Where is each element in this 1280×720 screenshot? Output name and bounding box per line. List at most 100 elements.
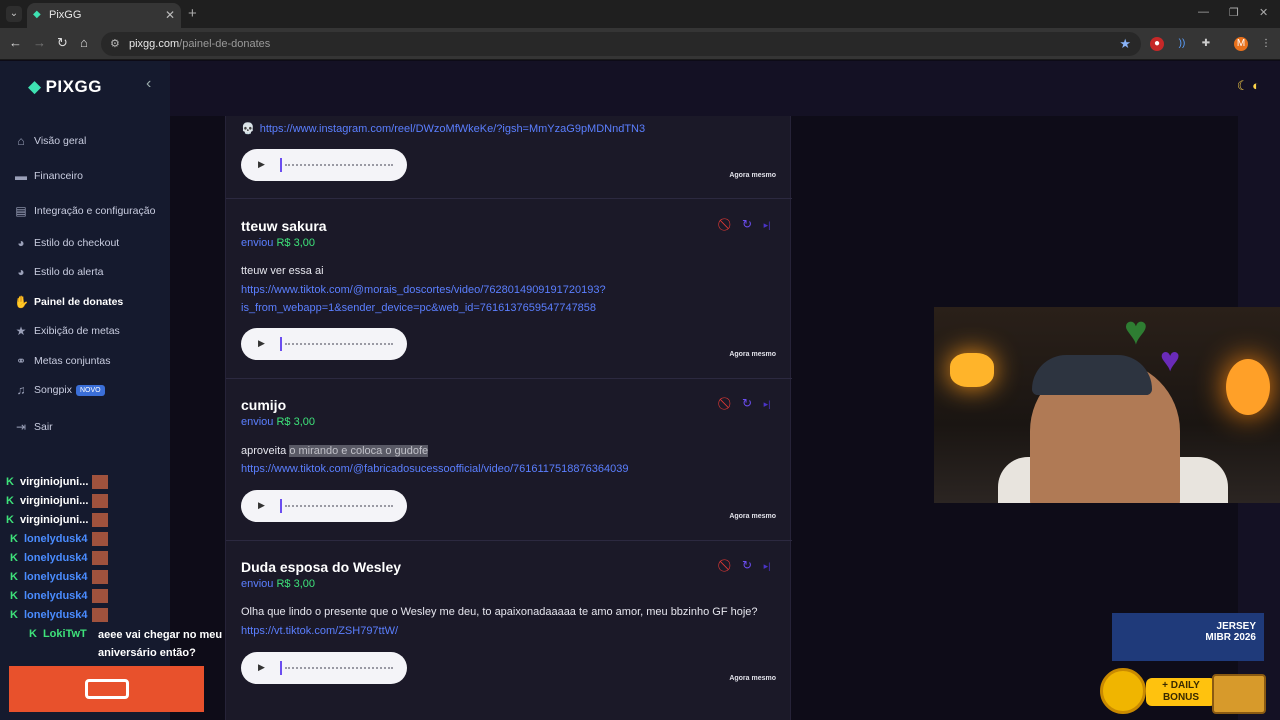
daily-bonus-widget[interactable]: + DAILY BONUS (1100, 668, 1268, 716)
forward-icon[interactable]: → (33, 35, 46, 50)
kick-badge-icon: K (10, 570, 18, 583)
audio-player[interactable]: ▶ (241, 490, 407, 522)
donation-card: cumijo enviou R$ 3,00 ⃠ ↻ ▸| aproveita o m… (226, 379, 792, 541)
donation-time: Agora mesmo (729, 351, 776, 358)
emote-icon (91, 532, 108, 546)
lamp-image (950, 353, 994, 387)
donation-link[interactable]: https://www.tiktok.com/@morais_doscortes… (241, 284, 606, 296)
sidebar-item-financeiro[interactable]: ▬ Financeiro (14, 169, 83, 187)
kick-badge-icon: K (10, 532, 18, 545)
browser-menu-icon[interactable]: ⋮ (1259, 37, 1273, 51)
address-bar[interactable]: ⚙ pixgg.com/painel-de-donates ★ (101, 32, 1141, 56)
sponsor-ad[interactable]: JERSEY MIBR 2026 (1112, 613, 1264, 661)
block-icon[interactable]: ⃠ (720, 396, 734, 411)
chat-message: Klonelydusk4 (10, 589, 108, 603)
play-icon[interactable]: ▶ (258, 662, 265, 673)
playhead[interactable] (280, 337, 282, 351)
kick-badge-icon: K (10, 589, 18, 602)
skip-icon[interactable]: ▸| (760, 561, 774, 572)
extension-icon[interactable]: ● (1150, 37, 1164, 51)
restore-icon[interactable]: ❐ (1229, 6, 1239, 19)
tab-search-icon[interactable]: ⌄ (6, 6, 22, 22)
donor-name: Duda esposa do Wesley (241, 559, 402, 575)
bookmark-star-icon[interactable]: ★ (1119, 36, 1131, 52)
donation-card: tteuw sakura enviou R$ 3,00 ⃠ ↻ ▸| tteuw v… (226, 199, 792, 379)
sidebar-item-sair[interactable]: ⇥ Sair (14, 420, 53, 438)
chat-message: Klonelydusk4 (10, 608, 108, 622)
donation-actions: ⃠ ↻ ▸| (714, 217, 774, 232)
block-icon[interactable]: ⃠ (720, 217, 734, 232)
browser-toolbar: ← → ↻ ⌂ ⚙ pixgg.com/painel-de-donates ★ … (0, 28, 1280, 60)
extension-signal-icon[interactable]: )) (1175, 37, 1189, 51)
replay-icon[interactable]: ↻ (740, 558, 754, 572)
replay-icon[interactable]: ↻ (740, 396, 754, 410)
donation-link-cont[interactable]: is_from_webapp=1&sender_device=pc&web_id… (241, 302, 596, 314)
waveform (285, 164, 393, 166)
profile-avatar[interactable]: M (1234, 37, 1248, 51)
sidebar-item-integracao[interactable]: ▤ Integração e configuração (14, 204, 155, 222)
extensions-puzzle-icon[interactable]: ✚ (1199, 37, 1213, 51)
donations-feed: 💀 https://www.instagram.com/reel/DWzoMfWk… (225, 116, 792, 720)
sidebar-item-painel-donates[interactable]: ✋ Painel de donates (14, 295, 123, 313)
donation-message: aproveita o mirando e coloca o gudofe (241, 445, 429, 457)
playhead[interactable] (280, 158, 282, 172)
replay-icon[interactable]: ↻ (740, 217, 754, 231)
skip-icon[interactable]: ▸| (760, 399, 774, 410)
sidebar-item-songpix[interactable]: ♫ Songpix NOVO (14, 383, 105, 401)
tab-close-icon[interactable]: ✕ (165, 8, 175, 22)
audio-player[interactable]: ▶ (241, 652, 407, 684)
kick-badge-icon: K (6, 494, 14, 507)
audio-player[interactable]: ▶ (241, 149, 407, 181)
home-button-icon[interactable]: ⌂ (80, 35, 88, 50)
sidebar-item-metas-conjuntas[interactable]: ⚭ Metas conjuntas (14, 354, 111, 372)
play-icon[interactable]: ▶ (258, 338, 265, 349)
donation-link[interactable]: https://vt.tiktok.com/ZSH797ttW/ (241, 625, 398, 637)
play-icon[interactable]: ▶ (258, 159, 265, 170)
block-icon[interactable]: ⃠ (720, 558, 734, 573)
play-icon[interactable]: ▶ (258, 500, 265, 511)
settings-icon: ▤ (15, 204, 27, 218)
streamer-cap (1032, 355, 1152, 395)
minimize-icon[interactable]: — (1198, 6, 1209, 18)
back-icon[interactable]: ← (9, 35, 22, 50)
playhead[interactable] (280, 499, 282, 513)
reload-icon[interactable]: ↻ (57, 35, 68, 51)
emote-icon (91, 608, 108, 622)
kick-badge-icon: K (6, 513, 14, 526)
donation-link[interactable]: https://www.tiktok.com/@fabricadosucesso… (241, 463, 628, 475)
audio-player[interactable]: ▶ (241, 328, 407, 360)
star-icon: ★ (15, 324, 27, 338)
donation-link[interactable]: 💀 https://www.instagram.com/reel/DWzoMfWk… (241, 122, 645, 135)
sidebar-item-visao-geral[interactable]: ⌂ Visão geral (14, 134, 86, 152)
donation-message: Olha que lindo o presente que o Wesley m… (241, 606, 758, 618)
chat-message: Kvirginiojuni... (6, 475, 109, 489)
people-icon: ⚭ (15, 354, 27, 368)
window-close-icon[interactable]: ✕ (1259, 6, 1268, 19)
chat-message: Klonelydusk4 (10, 551, 108, 565)
theme-toggle-icon[interactable]: ☾ ◐ (1237, 78, 1260, 94)
ad-text: JERSEY MIBR 2026 (1205, 621, 1256, 643)
kick-badge-icon: K (10, 608, 18, 621)
sidebar-item-estilo-alerta[interactable]: ◕ Estilo do alerta (14, 265, 103, 283)
skip-icon[interactable]: ▸| (760, 220, 774, 231)
donation-time: Agora mesmo (729, 172, 776, 179)
donate-icon: ✋ (14, 295, 29, 309)
webcam-feed: ♥ ♥ (934, 307, 1280, 503)
playhead[interactable] (280, 661, 282, 675)
collapse-sidebar-icon[interactable]: ‹ (146, 75, 151, 93)
chat-message: Klonelydusk4 (10, 570, 108, 584)
brand-logo[interactable]: ◆ PIXGG (28, 77, 102, 97)
new-tab-icon[interactable]: + (188, 5, 197, 22)
kick-badge-icon: K (10, 551, 18, 564)
palette-icon: ◕ (17, 265, 25, 279)
sidebar-item-exibicao-metas[interactable]: ★ Exibição de metas (14, 324, 120, 342)
purple-heart-decor-icon: ♥ (1160, 341, 1181, 379)
logout-icon: ⇥ (15, 420, 27, 434)
sidebar-item-estilo-checkout[interactable]: ◕ Estilo do checkout (14, 236, 119, 254)
donation-card: 💀 https://www.instagram.com/reel/DWzoMfWk… (226, 116, 792, 199)
kick-badge-icon: K (29, 628, 37, 640)
site-info-icon[interactable]: ⚙ (110, 37, 120, 50)
donation-amount: enviou R$ 3,00 (241, 416, 316, 428)
browser-tab[interactable]: ◆ PixGG ✕ (27, 3, 181, 28)
pixgg-logo-icon: ◆ (28, 77, 42, 96)
